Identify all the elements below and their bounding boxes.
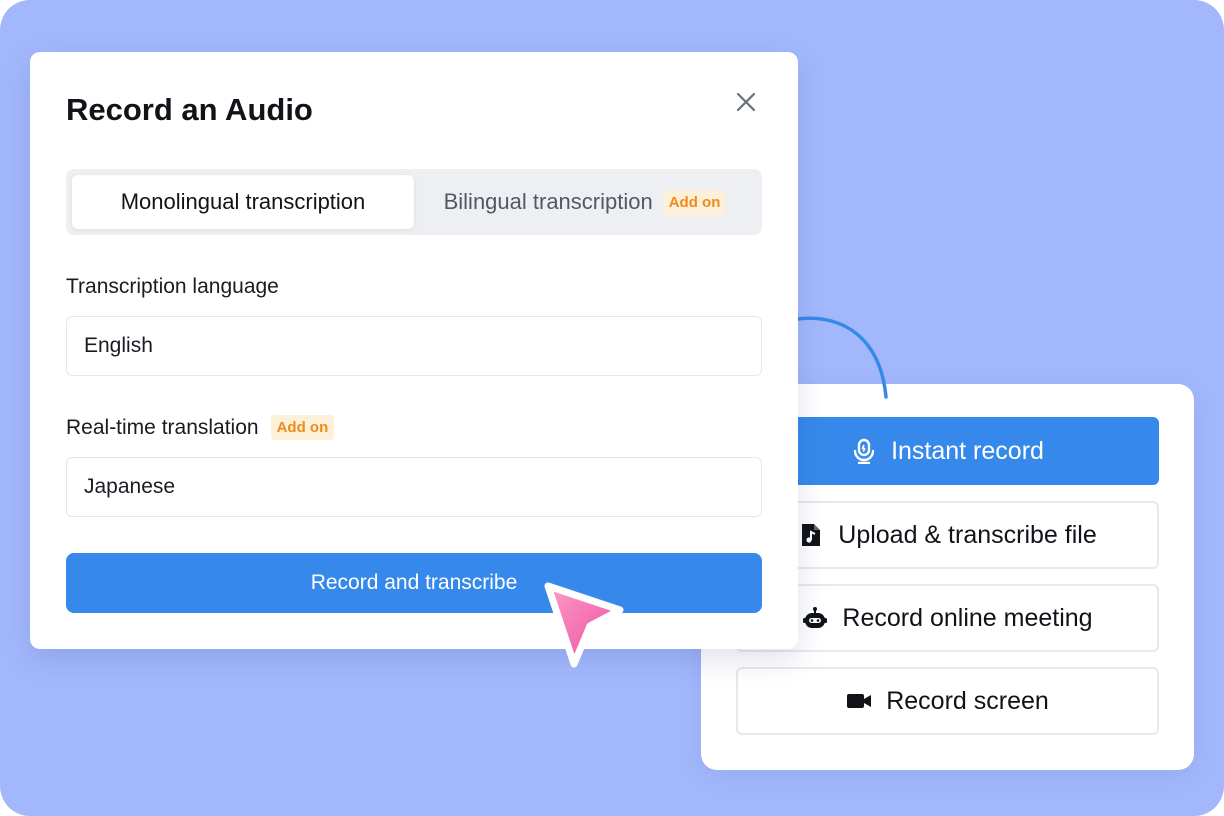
record-and-transcribe-button[interactable]: Record and transcribe	[66, 553, 762, 613]
upload-transcribe-file-button[interactable]: Upload & transcribe file	[736, 501, 1159, 569]
close-button[interactable]	[732, 90, 760, 118]
real-time-translation-label: Real-time translation Add on	[66, 415, 335, 440]
microphone-icon	[851, 438, 877, 464]
transcription-mode-tabs: Monolingual transcription Bilingual tran…	[66, 169, 762, 235]
record-screen-button[interactable]: Record screen	[736, 667, 1159, 735]
transcription-language-value: English	[84, 334, 153, 357]
transcription-language-label: Transcription language	[66, 275, 279, 299]
instant-record-label: Instant record	[891, 436, 1044, 465]
record-screen-label: Record screen	[886, 686, 1049, 715]
bot-icon	[802, 605, 828, 631]
upload-transcribe-label: Upload & transcribe file	[838, 520, 1097, 549]
instant-record-button[interactable]: Instant record	[736, 417, 1159, 485]
add-on-badge: Add on	[270, 415, 335, 440]
dialog-title: Record an Audio	[66, 92, 313, 127]
real-time-translation-label-text: Real-time translation	[66, 415, 259, 439]
record-online-meeting-button[interactable]: Record online meeting	[736, 584, 1159, 652]
record-audio-dialog: Record an Audio Monolingual transcriptio…	[30, 52, 798, 649]
transcription-language-select[interactable]: English	[66, 316, 762, 376]
tab-bilingual[interactable]: Bilingual transcription Add on	[414, 175, 756, 229]
background-canvas: Instant record Upload & transcribe file	[0, 0, 1224, 816]
real-time-translation-select[interactable]: Japanese	[66, 457, 762, 517]
music-file-icon	[798, 522, 824, 548]
real-time-translation-value: Japanese	[84, 475, 176, 498]
video-camera-icon	[846, 688, 872, 714]
record-online-meeting-label: Record online meeting	[842, 603, 1093, 632]
transcription-language-label-text: Transcription language	[66, 275, 279, 298]
tab-bilingual-label: Bilingual transcription	[443, 189, 653, 214]
tab-monolingual[interactable]: Monolingual transcription	[72, 175, 414, 229]
add-on-badge: Add on	[662, 189, 727, 215]
tab-monolingual-label: Monolingual transcription	[120, 189, 366, 214]
pointer-cursor-icon	[544, 582, 624, 668]
close-icon	[736, 92, 756, 117]
